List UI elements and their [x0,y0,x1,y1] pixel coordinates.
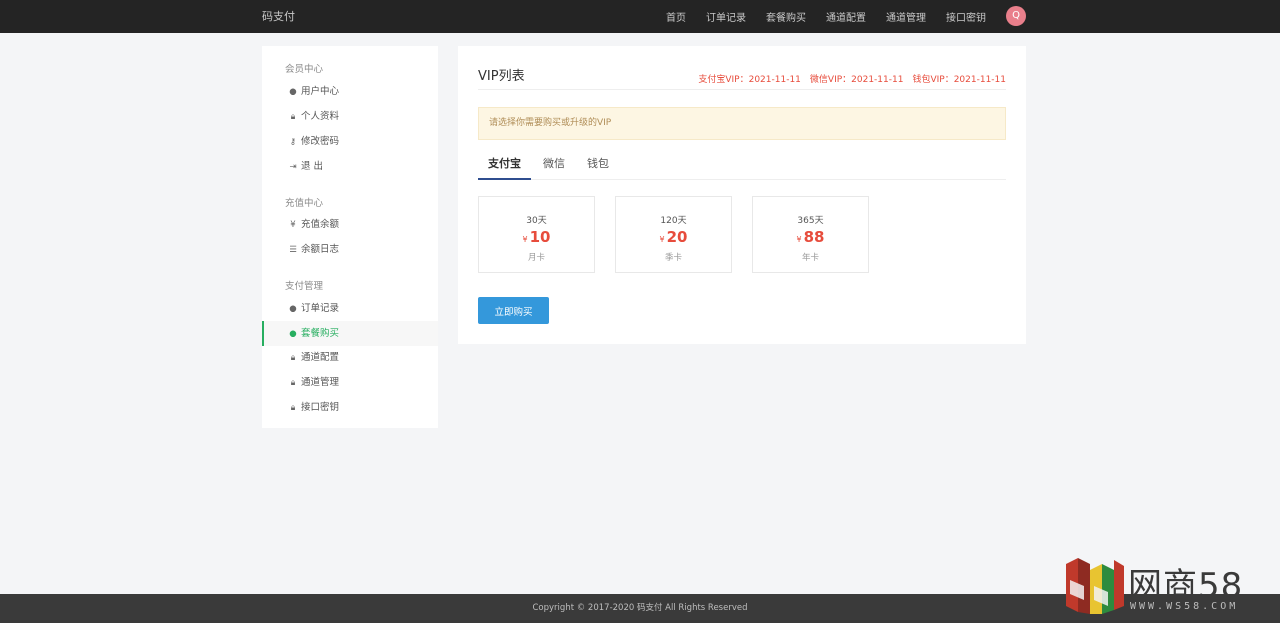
watermark-logo-icon [1066,558,1124,614]
sidebar-group-title: 会员中心 [285,64,324,75]
nav-packages[interactable]: 套餐购买 [766,9,806,24]
plan-days: 120天 [660,216,687,226]
logout-icon: ⇥ [289,162,297,172]
vip-panel: VIP列表 支付宝VIP：2021-11-11 微信VIP：2021-11-11 钱… [458,46,1026,344]
watermark-url: WWW.WS58.COM [1130,601,1239,612]
sidebar-item-label: 个人资料 [301,111,340,122]
lock-icon: 🔒︎ [290,378,296,388]
watermark-text: 网商58 [1128,566,1244,606]
plan-price-value: 88 [803,228,825,246]
sidebar-item-label: 余额日志 [301,244,340,255]
sidebar-item-orders[interactable]: ● 订单记录 [262,296,438,321]
sidebar-item-label: 修改密码 [301,136,340,147]
vip-status-wechat: 微信VIP：2021-11-11 [809,75,904,85]
notice-banner: 请选择你需要购买或升级的VIP [478,107,1006,140]
sidebar-item-api-key[interactable]: 🔒︎ 接口密钥 [262,395,438,420]
plan-name: 年卡 [801,253,819,263]
sidebar-item-label: 通道管理 [301,377,340,388]
plan-card-quarterly[interactable]: 120天 ¥20 季卡 [615,196,732,273]
nav-api-key[interactable]: 接口密钥 [946,9,986,24]
plan-card-yearly[interactable]: 365天 ¥88 年卡 [752,196,869,273]
user-circle-icon: ● [289,329,297,339]
sidebar-item-label: 订单记录 [301,303,340,314]
buy-now-button[interactable]: 立即购买 [478,297,549,324]
plan-price: ¥10 [479,228,594,246]
key-icon: ⚷ [289,137,297,147]
sidebar-item-label: 充值余额 [301,219,340,230]
plan-price-value: 10 [529,228,551,246]
sidebar-item-label: 用户中心 [301,86,340,97]
plan-name: 月卡 [527,253,545,263]
plan-days: 30天 [526,216,547,226]
sidebar-item-label: 接口密钥 [301,402,340,413]
list-icon: ☰ [289,245,297,255]
watermark: 网商58 WWW.WS58.COM [1064,556,1274,618]
sidebar-item-label: 通道配置 [301,352,340,363]
sidebar-item-channel-config[interactable]: 🔒︎ 通道配置 [262,345,438,370]
sidebar-item-logout[interactable]: ⇥ 退 出 [262,154,438,179]
page-title: VIP列表 [478,69,525,84]
sidebar-item-balance-log[interactable]: ☰ 余额日志 [262,237,438,262]
plan-price: ¥88 [753,228,868,246]
plan-card-monthly[interactable]: 30天 ¥10 月卡 [478,196,595,273]
yen-icon: ¥ [796,235,802,244]
lock-icon: 🔒︎ [290,112,296,122]
brand-logo[interactable]: 码支付 [262,0,295,33]
yen-icon: ¥ [522,235,528,244]
nav-channel-config[interactable]: 通道配置 [826,9,866,24]
vip-status-wallet: 钱包VIP：2021-11-11 [912,75,1006,85]
sidebar-item-profile[interactable]: 🔒︎ 个人资料 [262,104,438,129]
main-nav: 首页 订单记录 套餐购买 通道配置 通道管理 接口密钥 [646,0,986,33]
vip-status: 支付宝VIP：2021-11-11 微信VIP：2021-11-11 钱包VIP：2… [689,72,1006,85]
sidebar-item-label: 退 出 [301,161,324,172]
title-divider [478,89,1006,90]
top-navbar: 码支付 首页 订单记录 套餐购买 通道配置 通道管理 接口密钥 Q [0,0,1280,33]
tab-alipay[interactable]: 支付宝 [478,152,531,180]
plan-price-value: 20 [666,228,688,246]
sidebar-group-title: 支付管理 [285,281,324,292]
nav-channel-manage[interactable]: 通道管理 [886,9,926,24]
sidebar-item-recharge[interactable]: ¥ 充值余额 [262,212,438,237]
plan-name: 季卡 [664,253,682,263]
avatar[interactable]: Q [1006,6,1026,26]
plan-price: ¥20 [616,228,731,246]
sidebar-item-label: 套餐购买 [301,328,340,339]
yen-icon: ¥ [659,235,665,244]
plan-days: 365天 [797,216,824,226]
payment-tabs: 支付宝 微信 钱包 [478,152,1006,180]
sidebar-item-packages[interactable]: ● 套餐购买 [262,321,438,346]
sidebar-item-user-center[interactable]: ● 用户中心 [262,79,438,104]
user-circle-icon: ● [289,304,297,314]
tab-wechat[interactable]: 微信 [533,152,575,180]
yen-icon: ¥ [290,220,296,230]
lock-icon: 🔒︎ [290,403,296,413]
sidebar-item-change-password[interactable]: ⚷ 修改密码 [262,129,438,154]
sidebar: 会员中心 ● 用户中心 🔒︎ 个人资料 ⚷ 修改密码 ⇥ 退 出 充值中心 ¥ 充值余额 … [262,46,438,428]
nav-home[interactable]: 首页 [666,9,686,24]
sidebar-group-title: 充值中心 [285,198,324,209]
user-circle-icon: ● [289,87,297,97]
nav-orders[interactable]: 订单记录 [706,9,746,24]
lock-icon: 🔒︎ [290,353,296,363]
tab-wallet[interactable]: 钱包 [577,152,619,180]
sidebar-item-channel-manage[interactable]: 🔒︎ 通道管理 [262,370,438,395]
vip-status-alipay: 支付宝VIP：2021-11-11 [698,75,801,85]
